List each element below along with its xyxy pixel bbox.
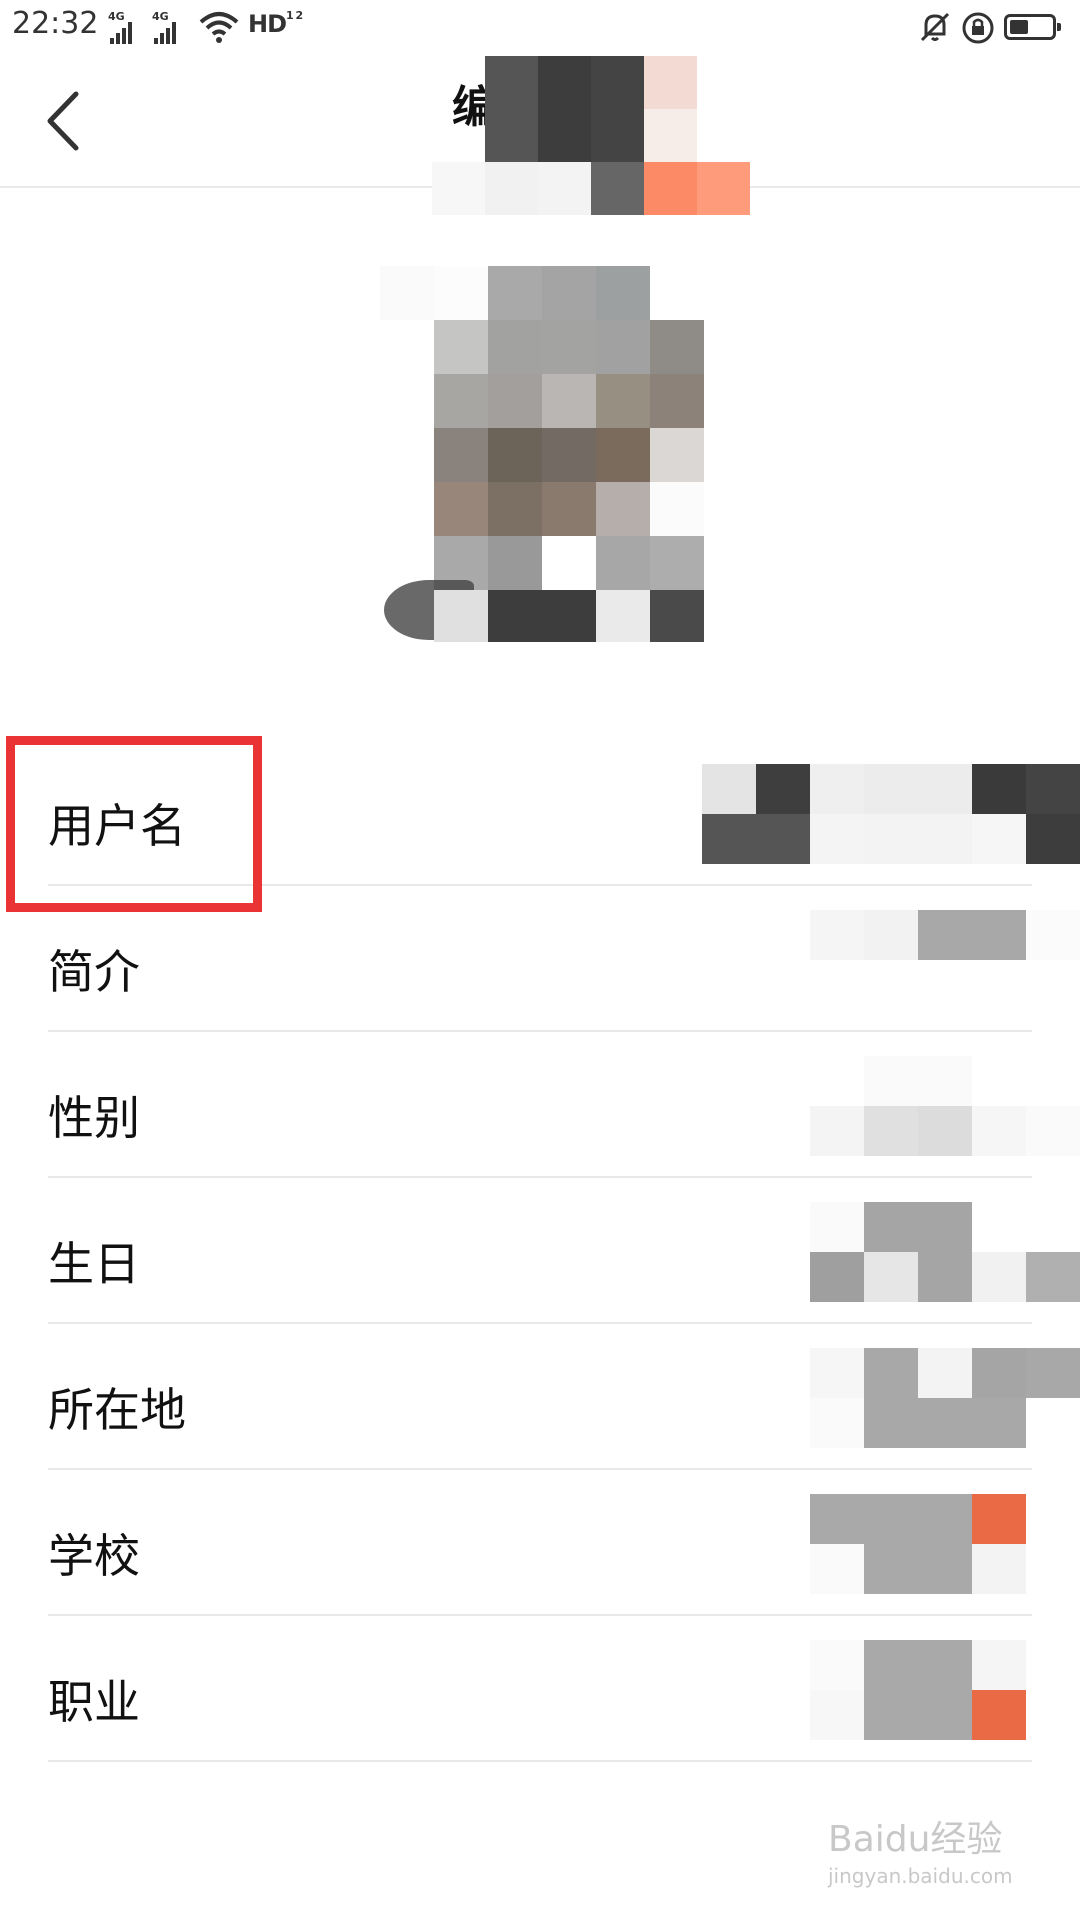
watermark-brand: Baidu经验 [828, 1819, 1003, 1860]
field-birthday[interactable]: 生日 [48, 1178, 1080, 1324]
watermark: Baidu经验 jingyan.baidu.com [828, 1810, 1013, 1888]
field-occupation[interactable]: 职业 [48, 1616, 1032, 1762]
field-value-redacted [810, 1640, 1080, 1740]
field-label: 所在地 [48, 1383, 186, 1437]
signal-icon: 4G [152, 10, 186, 44]
wifi-icon [199, 12, 239, 43]
field-label: 简介 [48, 945, 140, 999]
avatar-bottom [434, 590, 704, 642]
watermark-url: jingyan.baidu.com [828, 1864, 1013, 1888]
status-time: 22:32 [12, 6, 99, 41]
field-location[interactable]: 所在地 [48, 1324, 1080, 1470]
field-value-redacted [810, 1202, 1080, 1302]
highlight-box [6, 736, 262, 912]
field-gender[interactable]: 性别 [48, 1032, 1080, 1178]
field-label: 职业 [48, 1675, 140, 1729]
battery-icon [1004, 14, 1061, 40]
field-value-redacted [810, 910, 1080, 1010]
field-value-redacted [810, 1494, 1080, 1594]
field-value-redacted [702, 764, 1080, 864]
status-bar: 22:32 4G 4G HD1 2 [0, 0, 1080, 56]
field-label: 学校 [48, 1529, 140, 1583]
field-label: 性别 [48, 1091, 140, 1145]
avatar[interactable] [380, 266, 704, 590]
rotation-lock-icon [962, 12, 994, 44]
field-school[interactable]: 学校 [48, 1470, 1032, 1616]
hd-icon: HD1 2 [248, 9, 303, 39]
pixelated-redaction [432, 56, 750, 215]
field-label: 生日 [48, 1237, 140, 1291]
mute-icon [920, 12, 950, 42]
field-value-redacted [810, 1348, 1080, 1448]
signal-icon: 4G [108, 10, 142, 44]
field-value-redacted [810, 1056, 1080, 1156]
battery-level [1010, 20, 1028, 34]
